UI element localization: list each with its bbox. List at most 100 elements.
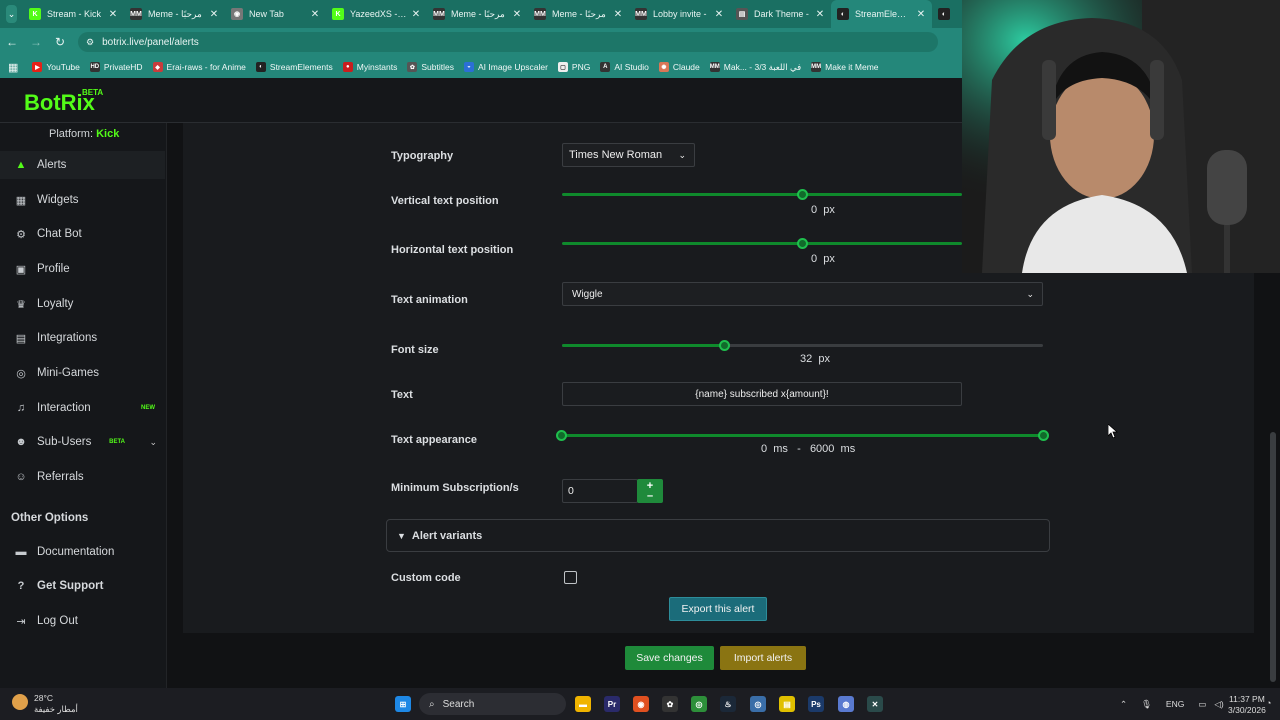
book-icon: ▬ (15, 546, 27, 558)
notes-icon[interactable]: ▤ (779, 696, 795, 712)
minus-icon[interactable]: – (647, 491, 653, 502)
bookmark-item[interactable]: ✺ Claude (658, 62, 700, 73)
bookmark-item[interactable]: ● Myinstants (342, 62, 397, 73)
sidebar-item-integrations[interactable]: ▤ Integrations (0, 324, 165, 352)
bookmark-item[interactable]: ▶ YouTube (32, 62, 80, 73)
horizontal-position-track[interactable] (562, 242, 962, 245)
streamer-webcam-image (962, 0, 1280, 273)
chrome-active-icon[interactable]: ◎ (750, 696, 766, 712)
premiere-icon[interactable]: Pr (604, 696, 620, 712)
browser-tab[interactable]: ◉ New Tab ✕ (225, 0, 326, 28)
typography-select[interactable]: Times New Roman ⌄ (562, 143, 695, 167)
sidebar-item-sub-users[interactable]: ☻ Sub-Users BETA ⌄ (0, 428, 165, 456)
sidebar-item-log-out[interactable]: ⇥ Log Out (0, 607, 165, 635)
browser-tab[interactable]: MM Meme - مرحبًا ✕ (528, 0, 629, 28)
language-indicator[interactable]: ENG (1166, 699, 1184, 709)
app-icon-x[interactable]: ✕ (867, 696, 883, 712)
close-icon[interactable]: ✕ (310, 9, 320, 20)
bookmark-item[interactable]: ◆ Erai-raws - for Anime (152, 62, 246, 73)
text-appearance-track[interactable] (562, 434, 1043, 437)
sidebar-item-loyalty[interactable]: ♛ Loyalty (0, 290, 165, 318)
app-icon-red[interactable]: ◉ (633, 696, 649, 712)
close-icon[interactable]: ✕ (411, 9, 421, 20)
globe-icon[interactable]: ◍ (838, 696, 854, 712)
text-appearance-min-handle[interactable] (556, 430, 567, 441)
sidebar-item-documentation[interactable]: ▬ Documentation (0, 538, 165, 566)
back-icon[interactable]: ← (0, 35, 24, 49)
sidebar-item-widgets[interactable]: ▦ Widgets (0, 186, 165, 214)
browser-tab[interactable]: MM Meme - مرحبًا ✕ (124, 0, 225, 28)
volume-icon[interactable]: ◁) (1214, 699, 1223, 710)
url-field[interactable]: ⚙ botrix.live/panel/alerts (78, 32, 938, 52)
meme-icon: MM (635, 8, 647, 20)
taskbar-search[interactable]: ⌕ Search (419, 693, 566, 715)
sidebar-item-interaction[interactable]: ♫ Interaction NEW (0, 394, 165, 422)
reload-icon[interactable]: ↻ (48, 35, 72, 49)
horizontal-position-handle[interactable] (797, 238, 808, 249)
network-icon[interactable]: ▭ (1198, 699, 1206, 710)
bookmark-icon: ● (342, 62, 353, 72)
text-appearance-max-handle[interactable] (1038, 430, 1049, 441)
sidebar-item-referrals[interactable]: ☺ Referrals (0, 463, 165, 491)
import-alerts-button[interactable]: Import alerts (720, 646, 806, 670)
browser-tab[interactable]: MM Lobby invite - ✕ (629, 0, 730, 28)
browser-tab[interactable]: K Stream - Kick ✕ (23, 0, 124, 28)
bookmark-item[interactable]: MM Make it Meme (811, 62, 879, 73)
openai-icon[interactable]: ✿ (662, 696, 678, 712)
quantity-stepper[interactable]: + – (637, 479, 663, 503)
bookmark-item[interactable]: ▢ PNG (557, 62, 590, 73)
browser-tab[interactable]: ▤ Dark Theme - ✕ (730, 0, 831, 28)
bookmark-item[interactable]: ◒ AI Image Upscaler (463, 62, 548, 73)
alert-variants-toggle[interactable]: ▼ Alert variants (386, 519, 1050, 552)
export-alert-button[interactable]: Export this alert (669, 597, 767, 621)
alert-text-input[interactable] (562, 382, 962, 406)
steam-icon[interactable]: ♨ (720, 696, 736, 712)
tab-search-icon[interactable]: ⌄ (6, 5, 17, 23)
apps-icon[interactable]: ▦ (8, 61, 18, 74)
windows-start-icon[interactable]: ⊞ (395, 696, 411, 712)
chrome-icon[interactable]: ◎ (691, 696, 707, 712)
bookmark-item[interactable]: ✿ Subtitles (407, 62, 454, 73)
forward-icon[interactable]: → (24, 35, 48, 49)
close-icon[interactable]: ✕ (613, 9, 623, 20)
text-animation-select[interactable]: Wiggle ⌄ (562, 282, 1043, 306)
bookmark-item[interactable]: HD PrivateHD (89, 62, 143, 73)
close-icon[interactable]: ✕ (209, 9, 219, 20)
save-changes-button[interactable]: Save changes (625, 646, 714, 670)
font-size-handle[interactable] (719, 340, 730, 351)
bookmark-item[interactable]: A AI Studio (600, 62, 649, 73)
min-subscriptions-input[interactable] (562, 479, 638, 503)
file-explorer-icon[interactable]: ▬ (575, 696, 591, 712)
close-icon[interactable]: ✕ (815, 9, 825, 20)
bookmark-item[interactable]: MM Mak... - 3/3 في اللعبة (709, 62, 801, 73)
photoshop-icon[interactable]: Ps (808, 696, 824, 712)
browser-tab[interactable]: ◐St (932, 0, 962, 28)
bookmark-item[interactable]: ◐ StreamElements (255, 62, 333, 73)
sidebar-item-label: Profile (37, 263, 70, 275)
sidebar-item-alerts[interactable]: ▲ Alerts (0, 151, 165, 179)
close-icon[interactable]: ✕ (916, 9, 926, 20)
clock[interactable]: 11:37 PM 3/30/2026 (1228, 694, 1266, 716)
browser-tab[interactable]: MM Meme - مرحبًا ✕ (427, 0, 528, 28)
site-info-icon[interactable]: ⚙ (86, 37, 94, 48)
browser-tab[interactable]: ◐ StreamElements✕ (831, 0, 932, 28)
scrollbar-thumb[interactable] (1270, 432, 1276, 682)
browser-tab[interactable]: K YazeedXS - W ✕ (326, 0, 427, 28)
vertical-position-track[interactable] (562, 193, 962, 196)
close-icon[interactable]: ✕ (108, 9, 118, 20)
close-icon[interactable]: ✕ (512, 9, 522, 20)
microphone-icon[interactable]: 🎙 (1141, 699, 1152, 710)
chevron-up-icon[interactable]: ⌃ (1120, 699, 1127, 710)
close-icon[interactable]: ✕ (714, 9, 724, 20)
vertical-position-handle[interactable] (797, 189, 808, 200)
sidebar-item-get-support[interactable]: ? Get Support (0, 572, 165, 600)
sidebar-item-profile[interactable]: ▣ Profile (0, 255, 165, 283)
sidebar-item-chat-bot[interactable]: ⚙ Chat Bot (0, 220, 165, 248)
weather-icon[interactable] (12, 694, 28, 710)
notification-icon[interactable]: ◔ (1266, 698, 1271, 708)
chevron-down-icon[interactable]: ⌄ (149, 437, 157, 448)
tab-title: Meme - مرحبًا (552, 8, 606, 19)
custom-code-checkbox[interactable] (564, 571, 577, 584)
weather-widget[interactable]: 28°C أمطار خفيفة (34, 693, 78, 715)
sidebar-item-mini-games[interactable]: ◎ Mini-Games (0, 359, 165, 387)
